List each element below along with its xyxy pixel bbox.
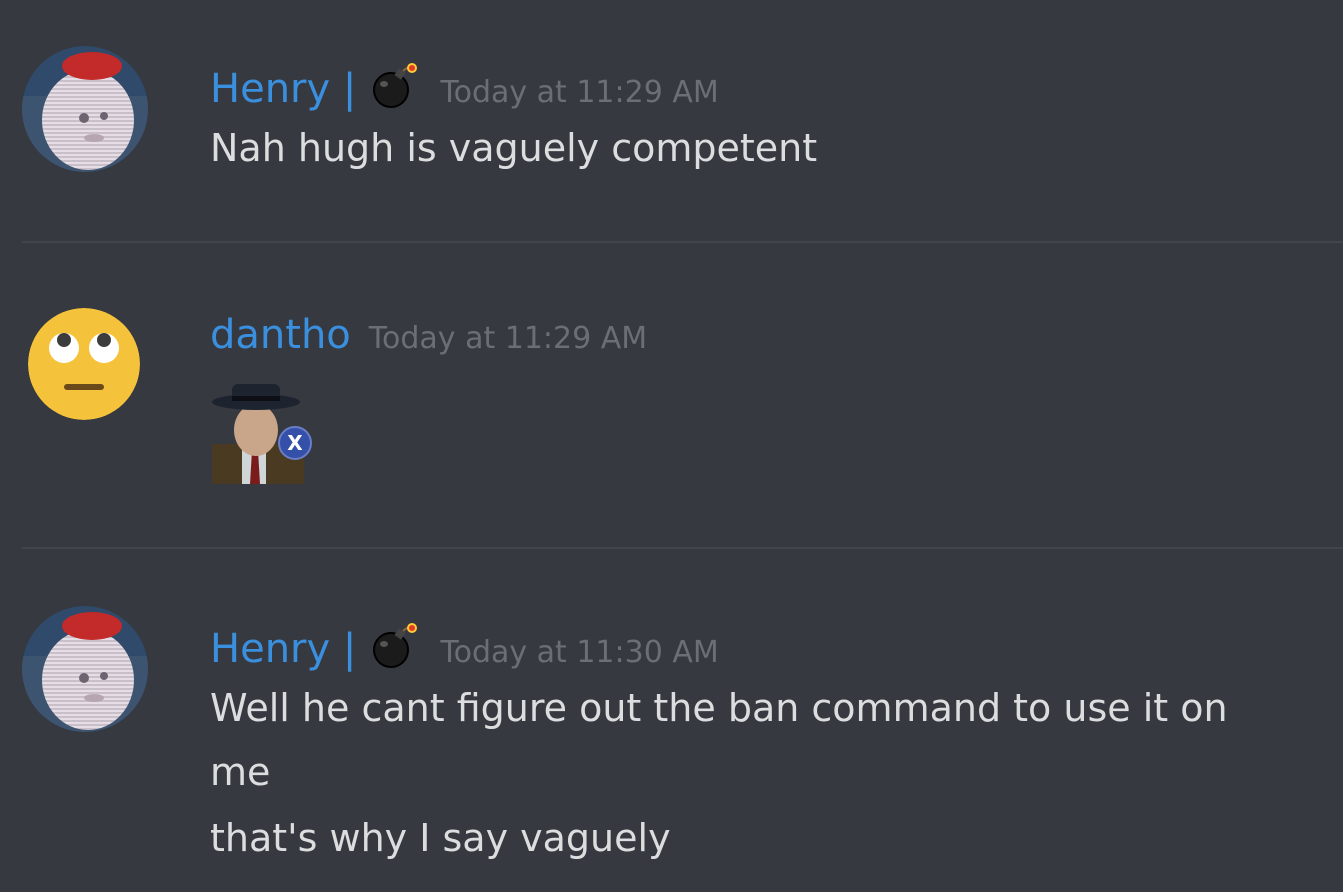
- message-text: me: [210, 750, 271, 794]
- timestamp: Today at 11:29 AM: [440, 75, 719, 110]
- username[interactable]: dantho: [210, 312, 351, 358]
- eye-roll-emoji-icon[interactable]: [28, 308, 140, 420]
- chat-log: Henry | Today at 11:29 AM Nah hugh is va…: [0, 0, 1343, 892]
- username[interactable]: Henry |: [210, 66, 356, 112]
- avatar-image: [22, 606, 148, 732]
- avatar[interactable]: [22, 606, 148, 732]
- timestamp: Today at 11:29 AM: [368, 321, 648, 356]
- message-text: Well he cant figure out the ban command …: [210, 686, 1228, 730]
- message-text: Nah hugh is vaguely competent: [210, 126, 818, 170]
- timestamp: Today at 11:30 AM: [440, 635, 719, 670]
- detective-sticker-icon[interactable]: X: [212, 384, 312, 484]
- avatar-image: [22, 46, 148, 172]
- bomb-icon: [370, 62, 418, 110]
- message-divider: [22, 547, 1343, 549]
- message-header: Henry | Today at 11:29 AM: [210, 54, 719, 112]
- bomb-icon: [370, 622, 418, 670]
- message-header: Henry | Today at 11:30 AM: [210, 614, 719, 672]
- sticker-badge-label: X: [287, 431, 303, 455]
- message-header: dantho Today at 11:29 AM: [210, 312, 647, 358]
- avatar[interactable]: [22, 46, 148, 172]
- username[interactable]: Henry |: [210, 626, 356, 672]
- message-divider: [22, 241, 1343, 243]
- message-text: that's why I say vaguely: [210, 816, 671, 860]
- sticker-badge: X: [278, 426, 312, 460]
